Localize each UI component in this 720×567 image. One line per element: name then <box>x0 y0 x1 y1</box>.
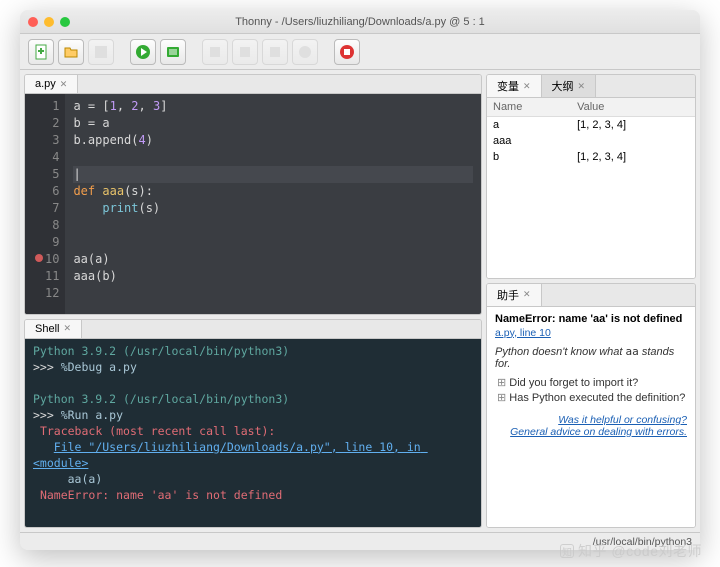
error-location-link[interactable]: a.py, line 10 <box>495 327 687 339</box>
vars-tab-0[interactable]: 变量✕ <box>487 75 542 97</box>
open-file-button[interactable] <box>58 39 84 65</box>
interpreter-path[interactable]: /usr/local/bin/python3 <box>593 536 692 548</box>
assistant-tab-label: 助手 <box>497 287 519 303</box>
step-over-button <box>202 39 228 65</box>
variable-row[interactable]: b[1, 2, 3, 4] <box>487 149 695 165</box>
minimize-icon[interactable] <box>44 17 54 27</box>
toolbar <box>20 34 700 70</box>
new-file-button[interactable] <box>28 39 54 65</box>
debug-button[interactable] <box>160 39 186 65</box>
close-tab-icon[interactable]: ✕ <box>523 289 531 300</box>
assistant-hint[interactable]: Has Python executed the definition? <box>497 391 687 404</box>
app-window: Thonny - /Users/liuzhiliang/Downloads/a.… <box>20 10 700 550</box>
close-tab-icon[interactable]: ✕ <box>60 79 68 90</box>
feedback-link[interactable]: Was it helpful or confusing? <box>495 414 687 426</box>
assistant-panel: 助手 ✕ NameError: name 'aa' is not defined … <box>486 283 696 528</box>
step-out-button <box>262 39 288 65</box>
editor-tab[interactable]: a.py ✕ <box>25 75 78 93</box>
editor-tab-label: a.py <box>35 78 56 90</box>
titlebar: Thonny - /Users/liuzhiliang/Downloads/a.… <box>20 10 700 34</box>
assistant-content: NameError: name 'aa' is not defined a.py… <box>487 307 695 527</box>
close-tab-icon[interactable]: ✕ <box>523 81 531 92</box>
close-tab-icon[interactable]: ✕ <box>578 81 586 92</box>
status-bar: /usr/local/bin/python3 <box>20 532 700 550</box>
variables-panel: 变量✕大纲✕ NameValue a[1, 2, 3, 4]aaab[1, 2,… <box>486 74 696 279</box>
shell-tab[interactable]: Shell ✕ <box>25 320 82 338</box>
window-title: Thonny - /Users/liuzhiliang/Downloads/a.… <box>20 16 700 28</box>
variable-row[interactable]: a[1, 2, 3, 4] <box>487 117 695 134</box>
code-editor[interactable]: 123456789101112 a = [1, 2, 3]b = ab.appe… <box>25 94 481 314</box>
vars-tab-1[interactable]: 大纲✕ <box>542 75 597 97</box>
error-explanation: Python doesn't know what aa stands for. <box>495 345 687 370</box>
maximize-icon[interactable] <box>60 17 70 27</box>
close-tab-icon[interactable]: ✕ <box>63 323 71 334</box>
variables-table[interactable]: NameValue a[1, 2, 3, 4]aaab[1, 2, 3, 4] <box>487 98 695 278</box>
shell-output[interactable]: Python 3.9.2 (/usr/local/bin/python3) >>… <box>25 339 481 527</box>
assistant-hint[interactable]: Did you forget to import it? <box>497 376 687 389</box>
error-title: NameError: name 'aa' is not defined <box>495 313 687 325</box>
stop-button[interactable] <box>334 39 360 65</box>
variable-row[interactable]: aaa <box>487 133 695 149</box>
window-controls <box>28 17 70 27</box>
step-into-button <box>232 39 258 65</box>
content-area: a.py ✕ 123456789101112 a = [1, 2, 3]b = a… <box>20 70 700 532</box>
close-icon[interactable] <box>28 17 38 27</box>
save-button <box>88 39 114 65</box>
advice-link[interactable]: General advice on dealing with errors. <box>495 426 687 438</box>
resume-button <box>292 39 318 65</box>
run-button[interactable] <box>130 39 156 65</box>
shell-tab-label: Shell <box>35 323 59 335</box>
editor-panel: a.py ✕ 123456789101112 a = [1, 2, 3]b = a… <box>24 74 482 315</box>
shell-panel: Shell ✕ Python 3.9.2 (/usr/local/bin/pyth… <box>24 319 482 528</box>
assistant-tab[interactable]: 助手 ✕ <box>487 284 542 306</box>
